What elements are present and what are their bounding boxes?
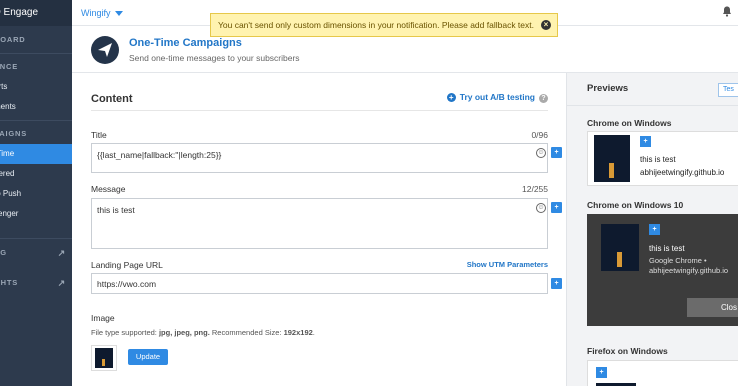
emoji-icon[interactable]: ☺ — [536, 148, 546, 158]
content-panel: Content + Try out A/B testing? Title 0/96… — [72, 73, 566, 386]
message-label: Message — [91, 184, 126, 194]
previews-title: Previews — [587, 83, 629, 94]
image-thumbnail[interactable] — [91, 345, 117, 371]
bell-icon[interactable] — [722, 6, 732, 20]
preview-source: Google Chrome • — [649, 256, 707, 265]
help-icon[interactable]: ? — [539, 94, 548, 103]
sidebar-divider — [0, 238, 72, 239]
ab-testing-link[interactable]: + Try out A/B testing? — [446, 92, 548, 103]
platform-chrome-windows10: Chrome on Windows 10 — [587, 200, 684, 210]
page-subtitle: Send one-time messages to your subscribe… — [129, 53, 300, 63]
title-label: Title — [91, 130, 107, 140]
personalize-icon[interactable]: + — [551, 202, 562, 213]
preview-card-chrome-windows: + this is test abhijeetwingify.github.io — [587, 131, 738, 186]
personalize-icon[interactable]: + — [551, 278, 562, 289]
chevron-down-icon — [114, 11, 123, 17]
preview-title: this is test — [640, 155, 676, 164]
error-toast: You can't send only custom dimensions in… — [210, 13, 558, 37]
title-value: {{last_name|fallback:''|length:25}} — [97, 150, 222, 160]
personalize-icon[interactable]: + — [551, 147, 562, 158]
page-title: One-Time Campaigns — [129, 37, 242, 49]
thumbnail-image — [95, 348, 113, 368]
sidebar-divider — [0, 53, 72, 54]
divider — [567, 105, 738, 106]
show-utm-link[interactable]: Show UTM Parameters — [467, 260, 548, 269]
close-icon[interactable]: × — [541, 20, 551, 30]
preview-title: this is test — [649, 244, 685, 253]
message-value: this is test — [97, 205, 135, 215]
personalize-icon: + — [649, 224, 660, 235]
sidebar-item-reports[interactable]: orts — [0, 77, 72, 97]
campaign-icon — [91, 36, 119, 64]
preview-domain: abhijeetwingify.github.io — [649, 266, 729, 275]
preview-image — [601, 224, 639, 271]
brand-logo[interactable]: O Engage — [0, 0, 72, 26]
title-char-count: 0/96 — [531, 130, 548, 140]
image-label: Image — [91, 313, 115, 323]
account-switcher[interactable]: Wingify — [81, 8, 123, 18]
message-textarea[interactable]: this is test — [91, 198, 548, 249]
preview-card-chrome-windows10: + this is test Google Chrome • abhijeetw… — [587, 214, 738, 326]
sidebar-item-insights[interactable]: GHTS↗ — [0, 273, 72, 293]
file-type-hint: File type supported: jpg, jpeg, png. Rec… — [91, 328, 315, 337]
sidebar-item-messenger[interactable]: senger — [0, 204, 72, 224]
external-link-icon: ↗ — [57, 278, 66, 288]
external-link-icon: ↗ — [57, 248, 66, 258]
landing-url-label: Landing Page URL — [91, 260, 163, 270]
sidebar-section-audience: ENCE — [0, 62, 19, 71]
previews-panel: Previews Tes Chrome on Windows + this is… — [566, 73, 738, 386]
plus-circle-icon: + — [446, 93, 456, 102]
preview-domain: abhijeetwingify.github.io — [640, 168, 725, 177]
brand-name: O Engage — [0, 7, 39, 18]
test-button[interactable]: Tes — [718, 83, 738, 97]
sidebar-item-to-push[interactable]: to Push — [0, 184, 72, 204]
personalize-icon: + — [596, 367, 607, 378]
emoji-icon[interactable]: ☺ — [536, 203, 546, 213]
message-char-count: 12/255 — [522, 184, 548, 194]
platform-firefox-windows: Firefox on Windows — [587, 346, 668, 356]
sidebar-item-triggered[interactable]: gered — [0, 164, 72, 184]
sidebar-section-campaigns: PAIGNS — [0, 129, 27, 138]
sidebar-item-billing[interactable]: NG↗ — [0, 243, 72, 263]
sidebar: O Engage BOARD ENCE orts ments PAIGNS -T… — [0, 0, 72, 386]
section-title: Content — [91, 93, 133, 105]
personalize-icon: + — [640, 136, 651, 147]
sidebar-item-one-time[interactable]: -Time — [0, 144, 72, 164]
platform-chrome-windows: Chrome on Windows — [587, 118, 672, 128]
sidebar-divider — [0, 120, 72, 121]
preview-image — [594, 135, 630, 182]
preview-card-firefox-windows: + — [587, 360, 738, 386]
title-input[interactable]: {{last_name|fallback:''|length:25}} — [91, 143, 548, 173]
toast-message: You can't send only custom dimensions in… — [218, 20, 534, 30]
landing-url-input[interactable]: https://vwo.com — [91, 273, 548, 294]
update-button[interactable]: Update — [128, 349, 168, 365]
sidebar-item-segments[interactable]: ments — [0, 97, 72, 117]
sidebar-section-dashboard[interactable]: BOARD — [0, 30, 72, 50]
landing-url-value: https://vwo.com — [97, 279, 157, 289]
close-button[interactable]: Clos — [687, 298, 738, 317]
divider — [91, 110, 548, 111]
